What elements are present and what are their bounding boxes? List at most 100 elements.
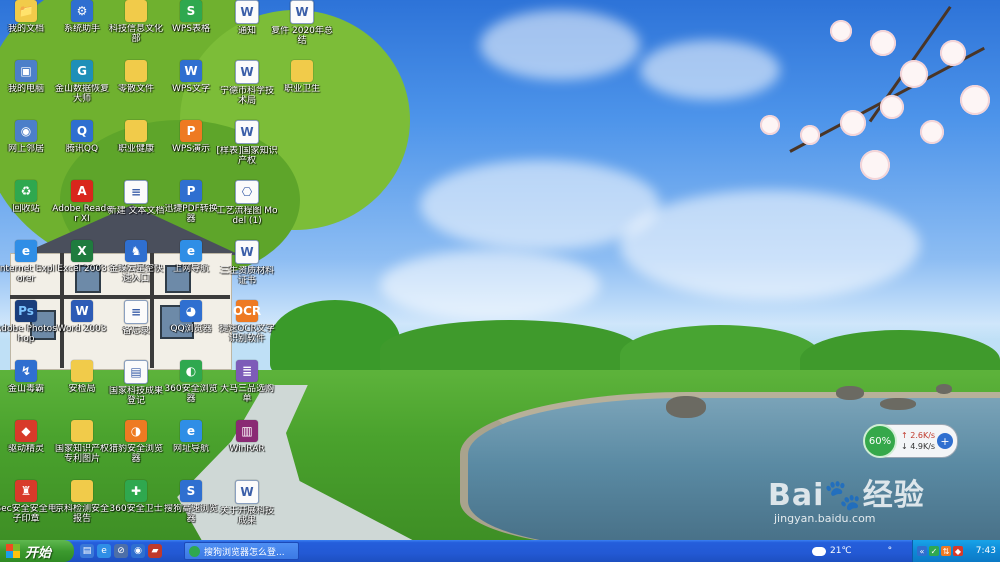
desktop-icon-image: A (71, 180, 93, 202)
desktop-icon[interactable]: ≣ 大马三品选购单 (216, 360, 278, 420)
desktop-icon[interactable]: 零散文件 (105, 60, 167, 120)
desktop-icon[interactable]: ♞ 金蝶云星空快速入口 (105, 240, 167, 300)
desktop-icon-label: 通知 (237, 26, 256, 36)
desktop-icon-label: 网址导航 (172, 444, 209, 454)
desktop-icon-label: WPS演示 (171, 144, 211, 154)
desktop-icon-image: ◐ (180, 360, 202, 382)
desktop-icon[interactable]: W 复件 2020年总结 (271, 0, 333, 60)
desktop-icon-label: 搜狗高速浏览器 (163, 504, 218, 524)
desktop-icon[interactable]: W 三生资质材料证书 (216, 240, 278, 300)
desktop-icon[interactable]: ◉ 网上邻居 (0, 120, 57, 180)
desktop-icon[interactable]: ♻ 回收站 (0, 180, 57, 240)
desktop-icon[interactable]: 安检局 (51, 360, 113, 420)
desktop-icon[interactable]: ♜ Sec安全安全电子印章 (0, 480, 57, 540)
desktop-icon[interactable]: 科技信息文化部 (105, 0, 167, 60)
desktop-icon-label: 三生资质材料证书 (219, 266, 274, 286)
desktop-icon-image: 📁 (15, 0, 37, 22)
desktop-icon[interactable]: ⚙ 系统助手 (51, 0, 113, 60)
blossom (760, 115, 780, 135)
desktop-icon[interactable]: ◕ QQ浏览器 (160, 300, 222, 360)
desktop-icon[interactable]: ✚ 360安全卫士 (105, 480, 167, 540)
blossom (840, 110, 866, 136)
weather-widget[interactable]: 21℃ ° (812, 540, 892, 562)
desktop-icon[interactable]: G 金山数据恢复大师 (51, 60, 113, 120)
upload-speed: 2.6K/s (910, 431, 936, 440)
rock (880, 398, 916, 410)
show-desktop-icon[interactable]: ▤ (80, 544, 94, 558)
network-speeds: ↑ 2.6K/s ↓ 4.9K/s (897, 430, 937, 452)
rock (836, 386, 864, 400)
taskbar-button-browser[interactable]: 搜狗浏览器怎么登... (184, 542, 299, 560)
desktop-icon[interactable]: ▤ 国家科技成果登记 (105, 360, 167, 420)
system-tray: « ✓ ⇅ ◆ 7:43 (912, 540, 1000, 562)
desktop-icon[interactable]: P WPS演示 (160, 120, 222, 180)
desktop-icon[interactable]: ↯ 金山毒霸 (0, 360, 57, 420)
desktop-icon-image (71, 420, 93, 442)
rock (666, 396, 706, 418)
desktop-icon[interactable]: 国家知识产权专利图片 (51, 420, 113, 480)
desktop-icon-image: W (235, 240, 259, 264)
desktop-icon-label: 备忘录 (122, 326, 150, 336)
desktop-icon-label: 捷速OCR文字识别软件 (219, 324, 275, 344)
desktop-icon[interactable]: ≡ 新建 文本文档 (105, 180, 167, 240)
desktop-icon-label: 金山数据恢复大师 (54, 84, 109, 104)
desktop-icon[interactable]: P 迅捷PDF转换器 (160, 180, 222, 240)
desktop-icon[interactable]: A Adobe Reader XI (51, 180, 113, 240)
windows-logo-icon (6, 544, 20, 558)
desktop-icon[interactable]: 职业卫生 (271, 60, 333, 120)
desktop-icon[interactable]: W [样表]国家知识产权 (216, 120, 278, 180)
desktop-icon-image: ♜ (15, 480, 37, 502)
desktop-icon[interactable]: W 关于开展科技成果 (216, 480, 278, 540)
tray-security-icon[interactable]: ✓ (929, 546, 939, 556)
desktop-icon[interactable]: ◐ 360安全浏览器 (160, 360, 222, 420)
desktop-icon[interactable]: W 宁德市科学技术局 (216, 60, 278, 120)
desktop-icon[interactable]: S WPS表格 (160, 0, 222, 60)
desktop-icon-image: e (180, 420, 202, 442)
ie-icon[interactable]: e (97, 544, 111, 558)
desktop-icon-image (71, 480, 93, 502)
desktop-icon[interactable]: ⎔ 工艺流程图 Model (1) (216, 180, 278, 240)
desktop-icon[interactable]: Q 腾讯QQ (51, 120, 113, 180)
tray-network-icon[interactable]: ⇅ (941, 546, 951, 556)
desktop-icon[interactable]: W Word 2003 (51, 300, 113, 360)
network-boost-button[interactable]: + (937, 433, 953, 449)
desktop-icon[interactable]: 职业健康 (105, 120, 167, 180)
desktop-icon-label: WinRAR (229, 444, 265, 454)
upload-arrow-icon: ↑ (901, 431, 911, 440)
desktop-icon[interactable]: ≡ 备忘录 (105, 300, 167, 360)
desktop-icon[interactable]: W WPS文字 (160, 60, 222, 120)
desktop-icon[interactable]: 📁 我的文档 (0, 0, 57, 60)
no-entry-icon[interactable]: ⊘ (114, 544, 128, 558)
desktop-icon[interactable]: ◆ 驱动精灵 (0, 420, 57, 480)
desktop-icon-image: ⎔ (235, 180, 259, 204)
tray-arrow-icon[interactable]: « (917, 546, 927, 556)
desktop-icon[interactable]: OCR 捷速OCR文字识别软件 (216, 300, 278, 360)
browser-icon[interactable]: ◉ (131, 544, 145, 558)
desktop-icon[interactable]: ▥ WinRAR (216, 420, 278, 480)
desktop-icon-image (71, 360, 93, 382)
desktop-icon[interactable]: X Excel 2003 (51, 240, 113, 300)
desktop-icon[interactable]: e 上网导航 (160, 240, 222, 300)
desktop-icon[interactable]: Ps Adobe Photoshop (0, 300, 57, 360)
start-button[interactable]: 开始 (0, 540, 74, 562)
desktop-icon[interactable]: e 网址导航 (160, 420, 222, 480)
desktop-icon-label: 复件 2020年总结 (271, 26, 333, 46)
cloud (380, 250, 600, 320)
desktop-icon-label: 网上邻居 (7, 144, 44, 154)
desktop-icon[interactable]: S 搜狗高速浏览器 (160, 480, 222, 540)
desktop-icon[interactable]: W 通知 (216, 0, 278, 60)
desktop-icon[interactable]: ◑ 猎豹安全浏览器 (105, 420, 167, 480)
lock-icon[interactable]: ▰ (148, 544, 162, 558)
tray-shield-icon[interactable]: ◆ (953, 546, 963, 556)
desktop-icon-image: ⚙ (71, 0, 93, 22)
taskbar-clock[interactable]: 7:43 (976, 546, 996, 556)
desktop-icon-image (125, 0, 147, 22)
desktop-icon[interactable]: ▣ 我的电脑 (0, 60, 57, 120)
network-speed-widget[interactable]: 60% ↑ 2.6K/s ↓ 4.9K/s + (863, 424, 958, 458)
desktop-icon-label: 国家知识产权专利图片 (54, 444, 109, 464)
desktop-icon[interactable]: 京科检测安全报告 (51, 480, 113, 540)
download-speed: 4.9K/s (910, 442, 936, 451)
desktop-icon-image: ◆ (15, 420, 37, 442)
desktop-icon[interactable]: e Internet Explorer (0, 240, 57, 300)
desktop-icon-label: 职业健康 (117, 144, 154, 154)
